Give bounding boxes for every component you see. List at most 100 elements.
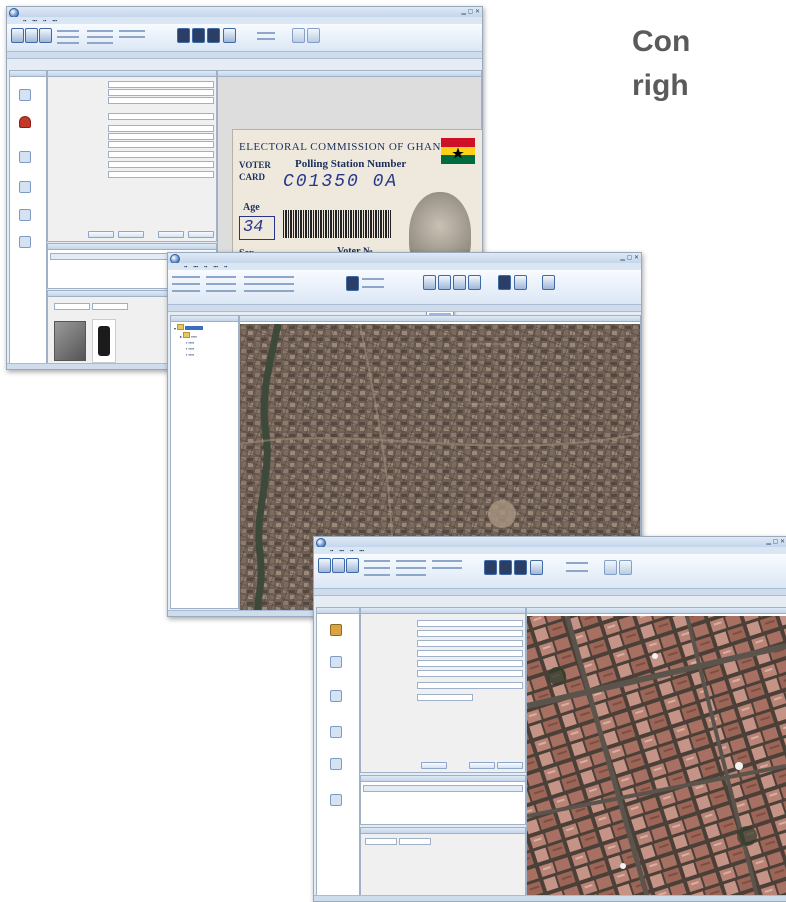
ribbon-action-icon[interactable] [498,275,511,290]
results-pane [360,775,526,825]
form-field[interactable] [417,620,523,627]
nav-item[interactable] [325,656,347,669]
form-button[interactable] [158,231,184,238]
viewer-header [218,71,481,77]
ribbon-action-icon[interactable] [499,560,512,575]
nav-item[interactable] [14,209,36,222]
nav-item[interactable] [14,236,36,249]
window-controls[interactable]: ▁ ▢ ✕ [766,538,785,545]
capture-select[interactable] [92,303,128,310]
nav-item[interactable] [14,89,36,102]
capture-pane [360,827,526,897]
card-commission: ELECTORAL COMMISSION OF GHANA [239,141,450,153]
capture-select[interactable] [365,838,397,845]
window-controls[interactable]: ▁ ▢ ✕ [620,254,639,261]
form-pane [47,70,217,242]
ribbon-action-icon[interactable] [11,28,24,43]
nav-item[interactable] [14,151,36,164]
nav-item[interactable] [325,690,347,703]
form-button[interactable] [469,762,495,769]
card-polling-value: C01350 0A [283,172,399,192]
ribbon-action-icon[interactable] [223,28,236,43]
form-button[interactable] [88,231,114,238]
ribbon-action-icon[interactable] [542,275,555,290]
form-field[interactable] [417,694,473,701]
capture-select[interactable] [54,303,90,310]
ribbon-action-icon[interactable] [177,28,190,43]
form-field[interactable] [417,682,523,689]
form-button[interactable] [421,762,447,769]
ribbon [314,554,786,589]
ribbon-action-icon[interactable] [514,560,527,575]
form-field[interactable] [108,161,214,168]
app-screenshot-form-aerial: ▁ ▢ ✕ ▪▪ ▪▪▪ ▪▪ ▪▪▪ [313,536,786,902]
ribbon-action-icon[interactable] [25,28,38,43]
ribbon-action-icon[interactable] [530,560,543,575]
tree-pane-header [171,316,238,322]
ribbon-action-icon[interactable] [207,28,220,43]
nav-item[interactable] [325,624,347,637]
tree-pane: ▾ ▸ ▪▪▪▪ ▪ ▪▪▪▪ ▪ ▪▪▪▪ ▪ ▪▪▪▪ [170,315,239,609]
form-field[interactable] [108,133,214,140]
tree-folder-icon [177,324,185,330]
ribbon-action-icon[interactable] [318,558,331,573]
form-field[interactable] [108,89,214,96]
tree-node[interactable]: ▸ ▪▪▪▪ [174,332,203,340]
form-pane-header [48,71,216,77]
form-field[interactable] [417,670,523,677]
heading-line-1: Con [632,25,691,58]
nav-item[interactable] [325,794,347,807]
aerial-viewer-header [527,608,786,614]
form-field[interactable] [108,141,214,148]
fingerprint-thumbnail [54,321,86,361]
form-field[interactable] [417,660,523,667]
form-button[interactable] [188,231,214,238]
results-pane-header [48,244,216,250]
page-heading: Con righ [632,20,786,108]
nav-item[interactable] [14,116,36,129]
tree-view[interactable]: ▾ ▸ ▪▪▪▪ ▪ ▪▪▪▪ ▪ ▪▪▪▪ ▪ ▪▪▪▪ [174,324,204,358]
scanner-thumbnail [92,319,116,363]
ribbon-tabs[interactable]: ▪▪ ▪▪▪ ▪▪ ▪▪▪ [314,547,786,554]
ribbon-action-icon[interactable] [307,28,320,43]
form-field[interactable] [108,113,214,120]
window-controls[interactable]: ▁ ▢ ✕ [461,8,480,15]
tree-node[interactable]: ▪ ▪▪▪▪ [174,352,203,358]
ribbon-action-icon[interactable] [468,275,481,290]
form-field[interactable] [108,171,214,178]
results-grid-header[interactable] [363,785,523,792]
tree-node[interactable]: ▾ [174,324,204,332]
form-field[interactable] [417,640,523,647]
ribbon-action-icon[interactable] [346,558,359,573]
form-field[interactable] [417,650,523,657]
capture-select[interactable] [399,838,431,845]
form-field[interactable] [108,151,214,158]
capture-pane-header [361,828,525,834]
form-field[interactable] [108,97,214,104]
ribbon-tabs[interactable]: ▪▪ ▪▪▪ ▪▪ ▪▪▪ [7,17,482,24]
ribbon-action-icon[interactable] [39,28,52,43]
form-field[interactable] [108,125,214,132]
ribbon-action-icon[interactable] [514,275,527,290]
ribbon-action-icon[interactable] [604,560,617,575]
ribbon-action-icon[interactable] [484,560,497,575]
ribbon-action-icon[interactable] [438,275,451,290]
nav-item[interactable] [325,758,347,771]
form-field[interactable] [108,81,214,88]
map-pane-header [240,316,640,322]
nav-item[interactable] [325,726,347,739]
ribbon-tabs[interactable]: ▪▪ ▪▪▪ ▪▪ ▪▪▪ ▪▪ [168,263,641,270]
ribbon-action-icon[interactable] [619,560,632,575]
ribbon-action-icon[interactable] [346,276,359,291]
nav-item[interactable] [14,181,36,194]
form-button[interactable] [118,231,144,238]
form-field[interactable] [417,630,523,637]
ribbon-action-icon[interactable] [332,558,345,573]
aerial-viewer-pane [526,607,786,897]
form-pane-header [361,608,525,614]
ribbon-action-icon[interactable] [423,275,436,290]
ribbon-action-icon[interactable] [292,28,305,43]
ribbon-action-icon[interactable] [453,275,466,290]
form-button[interactable] [497,762,523,769]
ribbon-action-icon[interactable] [192,28,205,43]
